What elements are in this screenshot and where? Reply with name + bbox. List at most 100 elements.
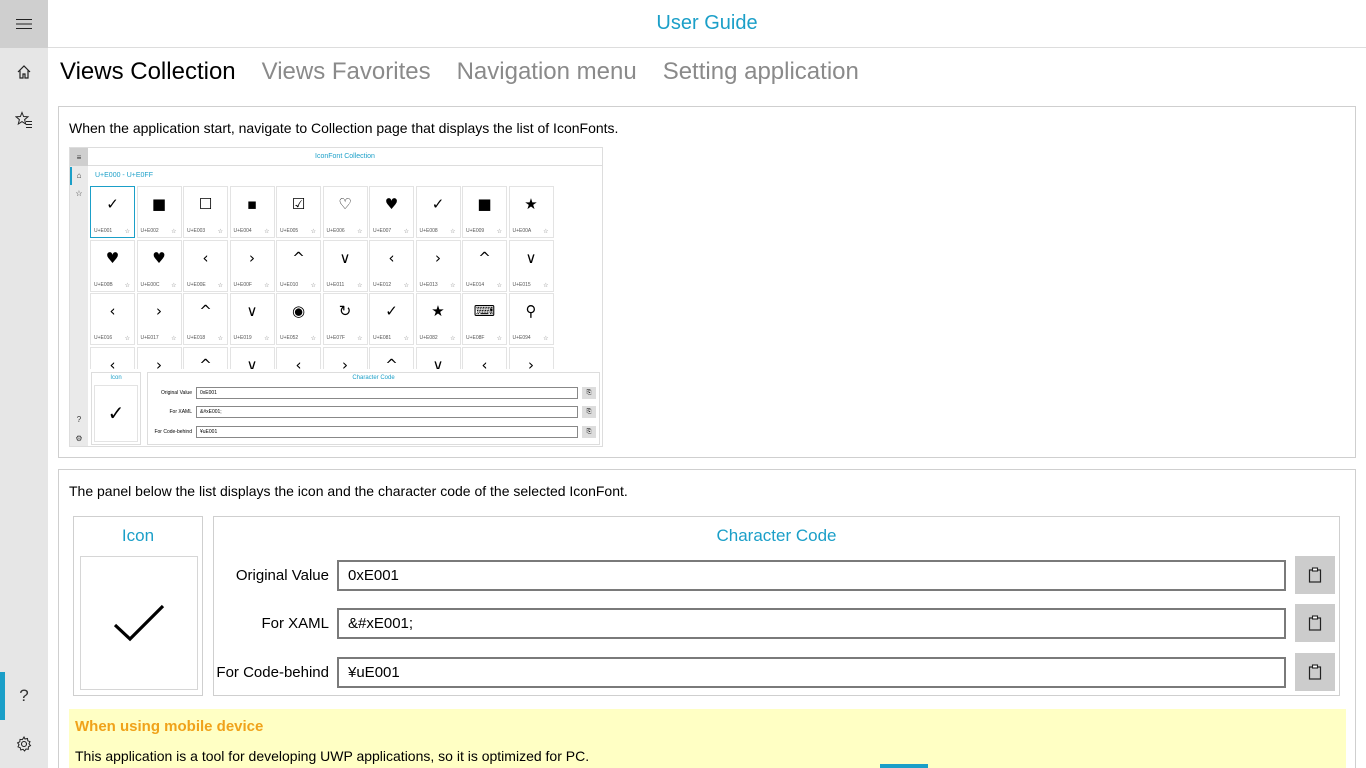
nav-rail: ? xyxy=(0,0,48,768)
nav-item-settings[interactable] xyxy=(0,720,48,768)
mini-icon-cell: ♥ U+E007 ☆ xyxy=(369,186,414,238)
collection-card: When the application start, navigate to … xyxy=(58,106,1356,458)
nav-item-help[interactable]: ? xyxy=(0,672,48,720)
mini-code-label: U+E005 xyxy=(280,228,299,234)
mini-code-label: U+E00B xyxy=(94,281,113,288)
mobile-note-title: When using mobile device xyxy=(75,718,264,735)
mini-code-label: U+E011 xyxy=(326,281,345,288)
nav-item-favorites[interactable] xyxy=(0,96,48,144)
mini-glyph: ∨ xyxy=(246,302,258,320)
mini-glyph: ∨ xyxy=(525,248,537,267)
mini-star-icon: ☆ xyxy=(124,282,130,289)
mini-star-icon: ☆ xyxy=(171,336,177,342)
mini-code-label: U+E016 xyxy=(94,335,113,341)
mini-range-label: U+E000 - U+E0FF xyxy=(95,172,153,179)
mini-code-label: U+E004 xyxy=(233,228,252,234)
mini-icon-title: Icon xyxy=(110,375,122,381)
xaml-field[interactable] xyxy=(337,608,1286,639)
mini-code-label: U+E007 xyxy=(373,228,392,234)
mini-glyph: ■ xyxy=(477,195,492,213)
mini-row-value: ¥uE001 xyxy=(196,426,578,438)
mini-star-icon: ☆ xyxy=(403,229,409,235)
mini-icon-cell: ⌨ U+E08F ☆ xyxy=(462,293,507,345)
mini-star-icon: ☆ xyxy=(403,336,409,342)
scroll-indicator xyxy=(880,764,928,768)
mini-code-label: U+E00F xyxy=(233,281,252,288)
mini-glyph: ◉ xyxy=(291,302,306,320)
original-value-field[interactable] xyxy=(337,560,1286,591)
mini-star-icon: ☆ xyxy=(357,336,363,342)
tab-navigation-menu[interactable]: Navigation menu xyxy=(457,58,637,86)
mini-code-label: U+E082 xyxy=(419,335,438,341)
icon-panel-title: Icon xyxy=(121,526,155,545)
mini-star-icon: ☆ xyxy=(264,336,270,342)
nav-item-home[interactable] xyxy=(0,48,48,96)
tab-views-favorites[interactable]: Views Favorites xyxy=(262,58,431,86)
mobile-note-text: This application is a tool for developin… xyxy=(75,748,590,764)
title-bar: User Guide xyxy=(48,0,1366,48)
mini-star-icon: ☆ xyxy=(75,188,83,198)
xaml-row: For XAML xyxy=(214,604,1341,642)
mini-selection-indicator xyxy=(70,167,72,185)
mini-row: For XAML &#xE001; ⎘ xyxy=(148,406,599,419)
mini-checkmark-icon: ✓ xyxy=(94,385,138,442)
detail-description: The panel below the list displays the ic… xyxy=(69,483,628,499)
mini-code-label: U+E094 xyxy=(512,335,531,341)
mini-star-icon: ☆ xyxy=(403,282,409,289)
mini-star-icon: ☆ xyxy=(543,336,549,342)
mini-glyph: ♡ xyxy=(338,195,352,213)
mini-icon-cell: ^ U+E010 ☆ xyxy=(276,239,321,292)
mini-star-icon: ☆ xyxy=(357,282,363,289)
mini-code-label: U+E010 xyxy=(280,281,299,288)
mini-glyph: ♥ xyxy=(384,195,399,213)
copy-xaml-button[interactable] xyxy=(1295,604,1335,642)
mini-icon-cell: ∨ U+E011 ☆ xyxy=(322,239,368,292)
mini-icon-cell: ⚲ U+E094 ☆ xyxy=(508,293,554,345)
mini-icon-cell: ✓ U+E001 ☆ xyxy=(90,186,135,238)
mini-star-icon: ☆ xyxy=(217,282,223,289)
hamburger-icon xyxy=(16,19,32,29)
mini-hamburger-icon: ≡ xyxy=(70,148,88,166)
mini-icon-cell: ■ U+E009 ☆ xyxy=(462,186,507,238)
mini-row: Original Value 0xE001 ⎘ xyxy=(148,387,599,400)
mobile-note: When using mobile device This applicatio… xyxy=(69,709,1346,768)
mini-icon-cell: › U+E00F ☆ xyxy=(229,239,275,292)
mini-glyph: ♥ xyxy=(152,248,166,267)
mini-glyph: ✓ xyxy=(431,195,445,213)
mini-icon-cell: ‹ U+E00E ☆ xyxy=(183,239,228,292)
mini-star-icon: ☆ xyxy=(496,282,502,289)
mini-clipboard-icon: ⎘ xyxy=(582,406,596,418)
mini-glyph: ‹ xyxy=(388,248,395,267)
mini-gear-icon: ⚙ xyxy=(75,433,83,443)
mini-icon-cell: ☐ U+E003 ☆ xyxy=(183,186,228,238)
mini-icon-cell: ☑ U+E005 ☆ xyxy=(276,186,321,238)
code-behind-field[interactable] xyxy=(337,657,1286,688)
mini-star-icon: ☆ xyxy=(310,336,316,342)
mini-glyph: ^ xyxy=(199,302,212,320)
tab-views-collection[interactable]: Views Collection xyxy=(60,58,236,86)
mini-glyph: ★ xyxy=(524,195,538,213)
mini-star-icon: ☆ xyxy=(310,282,316,289)
mini-star-icon: ☆ xyxy=(450,282,456,289)
mini-code-label: U+E00E xyxy=(187,281,206,288)
copy-code-behind-button[interactable] xyxy=(1295,653,1335,691)
mini-code-label: U+E001 xyxy=(94,228,113,234)
menu-button[interactable] xyxy=(0,0,48,48)
copy-original-value-button[interactable] xyxy=(1295,556,1335,594)
clipboard-icon xyxy=(1308,567,1322,583)
mini-star-icon: ☆ xyxy=(264,229,270,235)
mini-code-label: U+E002 xyxy=(140,228,159,234)
mini-icon-cell: › U+E013 ☆ xyxy=(415,239,461,292)
mini-star-icon: ☆ xyxy=(171,229,177,235)
mini-glyph: ⚲ xyxy=(525,302,537,320)
home-icon xyxy=(17,65,31,79)
mini-star-icon: ☆ xyxy=(310,229,316,235)
mini-code-label: U+E018 xyxy=(187,335,206,341)
mini-glyph: ↻ xyxy=(338,302,352,320)
mini-glyph: ^ xyxy=(292,248,305,267)
mini-icon-cell: ‹ U+E016 ☆ xyxy=(90,293,135,345)
mini-code-title: Character Code xyxy=(352,375,395,381)
mini-home-icon: ⌂ xyxy=(76,170,82,180)
tab-setting-application[interactable]: Setting application xyxy=(663,58,859,86)
mini-code-label: U+E08F xyxy=(466,335,485,341)
